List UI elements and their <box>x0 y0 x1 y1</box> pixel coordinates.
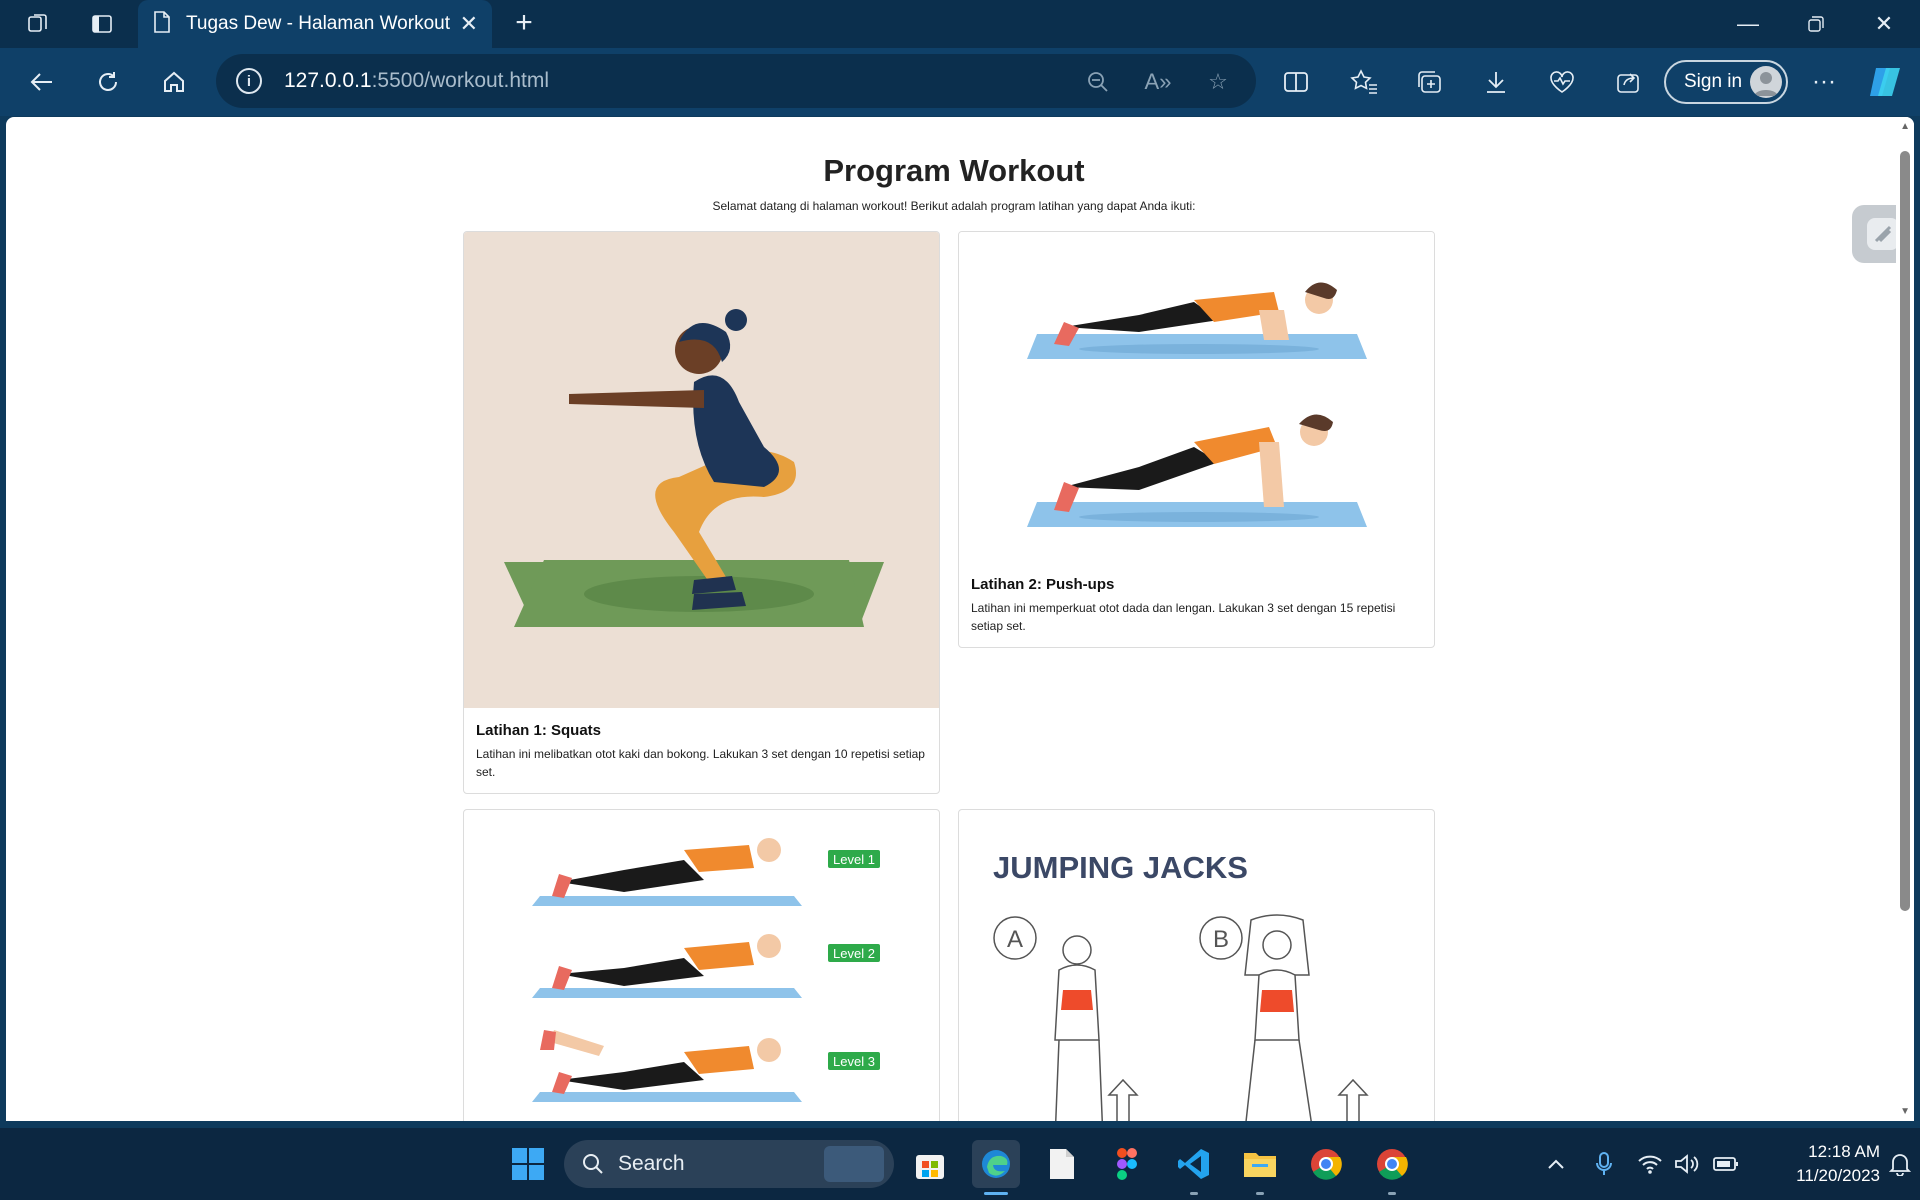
jumping-jacks-image: JUMPING JACKS A B <box>993 850 1369 1121</box>
chrome-icon[interactable] <box>1302 1140 1350 1188</box>
page-icon <box>152 10 172 38</box>
card-title-pushups: Latihan 2: Push-ups <box>971 576 1115 593</box>
back-icon[interactable] <box>24 64 60 100</box>
share-icon[interactable] <box>1612 66 1644 98</box>
zoom-out-icon[interactable] <box>1084 68 1112 96</box>
wifi-icon[interactable] <box>1636 1150 1664 1178</box>
url-host: 127.0.0.1 <box>284 69 372 92</box>
minimize-button[interactable]: — <box>1728 8 1768 40</box>
clock-time: 12:18 AM <box>1808 1142 1880 1161</box>
scroll-up-icon[interactable]: ▲ <box>1900 121 1910 132</box>
refresh-icon[interactable] <box>90 64 126 100</box>
start-icon[interactable] <box>504 1140 552 1188</box>
browser-titlebar: Tugas Dew - Halaman Workout ✕ + — ✕ <box>0 0 1920 48</box>
chrome-profile-icon[interactable] <box>1368 1140 1416 1188</box>
explorer-indicator <box>1256 1192 1264 1195</box>
edge-icon[interactable] <box>972 1140 1020 1188</box>
page-title: Program Workout <box>823 153 1085 188</box>
pushup-image <box>959 232 1434 562</box>
scroll-thumb[interactable] <box>1900 151 1910 911</box>
restore-button[interactable] <box>1796 8 1836 40</box>
battery-icon[interactable] <box>1712 1150 1740 1178</box>
search-highlight-icon <box>824 1146 884 1182</box>
microphone-icon[interactable] <box>1590 1150 1618 1178</box>
vscode-icon[interactable] <box>1170 1140 1218 1188</box>
workout-card-jumping-jacks: JUMPING JACKS A B <box>958 809 1435 1121</box>
search-icon <box>583 1154 603 1174</box>
sign-in-button[interactable]: Sign in <box>1664 60 1788 104</box>
close-tab-icon[interactable]: ✕ <box>460 11 478 37</box>
favorite-star-icon[interactable]: ☆ <box>1204 68 1232 96</box>
tab-title: Tugas Dew - Halaman Workout <box>186 13 450 34</box>
favorites-icon[interactable] <box>1348 66 1380 98</box>
clock-date: 11/20/2023 <box>1796 1166 1880 1185</box>
taskbar-search[interactable]: Search <box>564 1140 894 1188</box>
store-icon[interactable] <box>906 1140 954 1188</box>
card-desc-pushups: Latihan ini memperkuat otot dada dan len… <box>971 601 1396 633</box>
downloads-icon[interactable] <box>1480 66 1512 98</box>
workout-card-pushups: Latihan 2: Push-ups Latihan ini memperku… <box>958 231 1435 648</box>
plank-image: Level 1 Level 2 Level 3 <box>532 838 880 1102</box>
page-scrollbar[interactable]: ▲ ▼ <box>1896 117 1914 1121</box>
squat-image <box>464 232 939 708</box>
card-desc-squats: Latihan ini melibatkan otot kaki dan bok… <box>476 747 925 779</box>
step-b-label: B <box>1213 926 1229 953</box>
collections-icon[interactable] <box>1414 66 1446 98</box>
step-a-label: A <box>1007 926 1023 953</box>
vscode-indicator <box>1190 1192 1198 1195</box>
plank-level-2: Level 2 <box>833 946 875 961</box>
new-tab-button[interactable]: + <box>508 8 540 40</box>
page-subtitle: Selamat datang di halaman workout! Berik… <box>712 199 1196 213</box>
split-screen-icon[interactable] <box>1280 66 1312 98</box>
avatar <box>1750 66 1782 98</box>
tab-workout[interactable]: Tugas Dew - Halaman Workout ✕ <box>138 0 492 48</box>
plank-level-1: Level 1 <box>833 852 875 867</box>
edge-active-indicator <box>984 1192 1008 1195</box>
workout-card-plank: Level 1 Level 2 Level 3 <box>463 809 940 1121</box>
search-label: Search <box>618 1152 685 1175</box>
jumping-jacks-title: JUMPING JACKS <box>993 850 1248 885</box>
site-info-icon[interactable]: i <box>236 68 262 94</box>
home-icon[interactable] <box>156 64 192 100</box>
scroll-down-icon[interactable]: ▼ <box>1900 1106 1910 1117</box>
chrome-indicator <box>1388 1192 1396 1195</box>
page-viewport: Program Workout Selamat datang di halama… <box>6 117 1914 1121</box>
browser-toolbar: i 127.0.0.1:5500/workout.html A» ☆ Sign … <box>0 48 1920 116</box>
plank-level-3: Level 3 <box>833 1054 875 1069</box>
copilot-icon[interactable] <box>1866 62 1906 102</box>
sign-in-label: Sign in <box>1684 71 1743 92</box>
show-hidden-icons-icon[interactable] <box>1542 1150 1570 1178</box>
taskbar: Search 12:18 AM 11/20/2023 <box>0 1128 1920 1200</box>
tab-actions-icon[interactable] <box>88 10 116 38</box>
browser-essentials-icon[interactable] <box>1546 66 1578 98</box>
close-window-button[interactable]: ✕ <box>1864 8 1904 40</box>
card-title-squats: Latihan 1: Squats <box>476 722 602 739</box>
volume-icon[interactable] <box>1674 1150 1702 1178</box>
workspaces-icon[interactable] <box>24 10 52 38</box>
figma-icon[interactable] <box>1104 1140 1152 1188</box>
read-aloud-icon[interactable]: A» <box>1144 68 1172 96</box>
address-bar[interactable]: i 127.0.0.1:5500/workout.html A» ☆ <box>216 54 1256 108</box>
notifications-icon[interactable] <box>1886 1150 1914 1178</box>
workout-card-squats: Latihan 1: Squats Latihan ini melibatkan… <box>463 231 940 794</box>
file-icon[interactable] <box>1038 1140 1086 1188</box>
system-clock[interactable]: 12:18 AM 11/20/2023 <box>1752 1140 1880 1188</box>
url-path: :5500/workout.html <box>371 69 550 92</box>
file-explorer-icon[interactable] <box>1236 1140 1284 1188</box>
more-options-icon[interactable]: ··· <box>1808 66 1840 98</box>
